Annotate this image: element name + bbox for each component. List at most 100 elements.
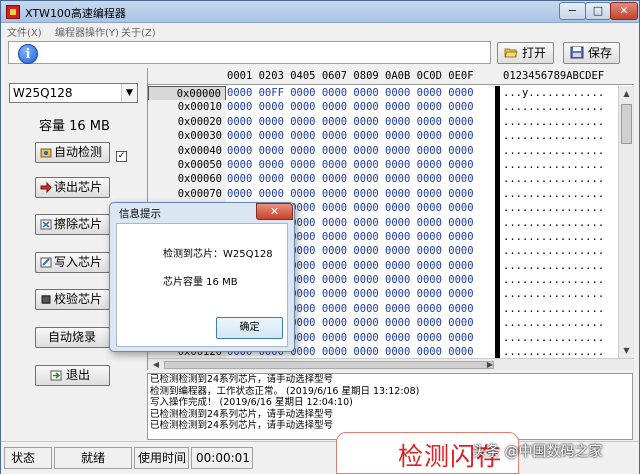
row-ascii[interactable]: ................ — [503, 331, 604, 345]
open-button[interactable]: 打开 — [497, 42, 554, 64]
row-ascii[interactable]: ................ — [503, 115, 604, 129]
vertical-scrollbar[interactable]: ▲ ▼ — [618, 86, 634, 358]
row-hex-bytes[interactable]: 0000 00FF 0000 0000 0000 0000 0000 0000 — [227, 86, 474, 100]
hex-row[interactable]: 0x00000 0000 00FF 0000 0000 0000 0000 000… — [148, 86, 618, 103]
scroll-right-icon[interactable]: ▶ — [484, 359, 496, 371]
app-logo-icon — [6, 5, 20, 19]
hex-ascii-divider — [495, 86, 500, 358]
row-address: 0x00010 — [148, 100, 226, 115]
row-hex-bytes[interactable]: 0000 0000 0000 0000 0000 0000 0000 0000 — [227, 100, 474, 114]
row-ascii[interactable]: ...y............ — [503, 86, 604, 100]
verify-chip-label: 校验芯片 — [54, 292, 103, 306]
read-chip-button[interactable]: 读出芯片 — [35, 177, 110, 198]
row-hex-bytes[interactable]: 0000 0000 0000 0000 0000 0000 0000 0000 — [227, 129, 474, 143]
minimize-button[interactable]: − — [559, 2, 586, 20]
exit-icon — [50, 370, 62, 381]
dialog-title: 信息提示 — [119, 208, 161, 220]
read-chip-label: 读出芯片 — [54, 180, 103, 194]
menu-file[interactable]: 文件(X) — [7, 24, 42, 39]
window-title: XTW100高速编程器 — [25, 7, 126, 20]
hex-column-header: 0001 0203 0405 0607 0809 0A0B 0C0D 0E0F — [227, 70, 474, 82]
row-address: 0x00060 — [148, 172, 226, 187]
watermark: 头条 @中国数码之家 — [472, 444, 603, 460]
exit-label: 退出 — [66, 368, 91, 382]
vertical-scroll-thumb[interactable] — [621, 104, 632, 144]
row-ascii[interactable]: ................ — [503, 187, 604, 201]
erase-chip-button[interactable]: 擦除芯片 — [35, 214, 110, 235]
write-chip-button[interactable]: 写入芯片 — [35, 252, 110, 273]
row-hex-bytes[interactable]: 0000 0000 0000 0000 0000 0000 0000 0000 — [227, 158, 474, 172]
hex-header: 0001 0203 0405 0607 0809 0A0B 0C0D 0E0F … — [148, 68, 634, 85]
ascii-column-header: 0123456789ABCDEF — [503, 70, 605, 82]
auto-burn-button[interactable]: 自动烧录 — [35, 327, 110, 348]
auto-detect-button[interactable]: 自动检测 — [35, 142, 110, 163]
erase-icon — [40, 219, 52, 230]
log-line: 已检测检测到24系列芯片，请手动选择型号 — [150, 408, 334, 420]
dialog-ok-button[interactable]: 确定 — [216, 317, 283, 339]
elapsed-time-label: 使用时间 — [134, 447, 189, 469]
verify-chip-button[interactable]: 校验芯片 — [35, 289, 110, 310]
row-address: 0x00070 — [148, 186, 226, 202]
row-hex-bytes[interactable]: 0000 0000 0000 0000 0000 0000 0000 0000 — [227, 144, 474, 158]
folder-open-icon — [504, 48, 518, 58]
save-icon — [570, 46, 584, 59]
scroll-up-icon[interactable]: ▲ — [619, 86, 634, 101]
row-ascii[interactable]: ................ — [503, 158, 604, 172]
hex-row[interactable]: 0x00050 0000 0000 0000 0000 0000 0000 000… — [148, 157, 618, 173]
row-hex-bytes[interactable]: 0000 0000 0000 0000 0000 0000 0000 0000 — [227, 115, 474, 129]
capacity-label: 容量 16 MB — [39, 119, 110, 134]
row-ascii[interactable]: ................ — [503, 129, 604, 143]
log-line: 检测到编程器，工作状态正常。 (2019/6/16 星期日 13:12:08) — [150, 385, 420, 397]
maximize-button[interactable]: □ — [585, 2, 611, 20]
chevron-down-icon[interactable]: ▼ — [121, 84, 137, 102]
file-path-input[interactable] — [8, 41, 491, 64]
row-ascii[interactable]: ................ — [503, 100, 604, 114]
row-ascii[interactable]: ................ — [503, 316, 604, 330]
save-button[interactable]: 保存 — [563, 42, 620, 64]
row-ascii[interactable]: ................ — [503, 287, 604, 301]
row-hex-bytes[interactable]: 0000 0000 0000 0000 0000 0000 0000 0000 — [227, 187, 474, 201]
menu-programmer[interactable]: 编程器操作(Y) — [55, 24, 119, 39]
hex-row[interactable]: 0x00020 0000 0000 0000 0000 0000 0000 000… — [148, 114, 618, 130]
row-ascii[interactable]: ................ — [503, 230, 604, 244]
horizontal-scroll-thumb[interactable] — [164, 361, 494, 369]
scroll-left-icon[interactable]: ◀ — [150, 359, 162, 371]
horizontal-scrollbar[interactable]: ◀ ▶ — [148, 358, 634, 370]
row-address: 0x00020 — [148, 114, 226, 130]
read-arrow-icon — [40, 182, 52, 193]
open-label: 打开 — [522, 46, 547, 60]
elapsed-time-value: 00:00:01 — [191, 447, 253, 469]
row-ascii[interactable]: ................ — [503, 244, 604, 258]
row-address: 0x00040 — [148, 143, 226, 158]
row-ascii[interactable]: ................ — [503, 273, 604, 287]
dialog-close-button[interactable]: ✕ — [256, 203, 293, 220]
write-chip-label: 写入芯片 — [54, 255, 103, 269]
auto-burn-label: 自动烧录 — [48, 330, 97, 344]
log-line: 已检测检测到24系列芯片，请手动选择型号 — [150, 374, 334, 385]
hex-row[interactable]: 0x00040 0000 0000 0000 0000 0000 0000 000… — [148, 143, 618, 158]
row-ascii[interactable]: ................ — [503, 302, 604, 316]
exit-button[interactable]: 退出 — [35, 365, 110, 386]
title-bar[interactable]: XTW100高速编程器 − □ ✕ — [1, 1, 639, 23]
dialog-message-capacity: 芯片容量 16 MB — [163, 277, 238, 288]
scroll-down-icon[interactable]: ▼ — [619, 343, 634, 358]
row-address: 0x00050 — [148, 157, 226, 173]
hex-row[interactable]: 0x00010 0000 0000 0000 0000 0000 0000 000… — [148, 100, 618, 115]
row-ascii[interactable]: ................ — [503, 144, 604, 158]
detect-icon — [40, 148, 52, 158]
row-ascii[interactable]: ................ — [503, 201, 604, 215]
save-label: 保存 — [588, 46, 613, 60]
row-ascii[interactable]: ................ — [503, 172, 604, 186]
close-button[interactable]: ✕ — [610, 2, 638, 20]
row-ascii[interactable]: ................ — [503, 216, 604, 230]
auto-detect-checkbox[interactable]: ✓ — [116, 151, 127, 162]
hex-row[interactable]: 0x00060 0000 0000 0000 0000 0000 0000 000… — [148, 172, 618, 187]
hex-row[interactable]: 0x00070 0000 0000 0000 0000 0000 0000 000… — [148, 186, 618, 202]
menu-about[interactable]: 关于(Z) — [121, 24, 156, 39]
log-panel[interactable]: 已检测检测到24系列芯片，请手动选择型号 检测到编程器，工作状态正常。 (2019… — [147, 373, 633, 440]
chip-model-select[interactable]: W25Q128 ▼ — [9, 83, 138, 103]
row-hex-bytes[interactable]: 0000 0000 0000 0000 0000 0000 0000 0000 — [227, 172, 474, 186]
status-value: 就绪 — [54, 447, 132, 469]
row-ascii[interactable]: ................ — [503, 259, 604, 273]
hex-row[interactable]: 0x00030 0000 0000 0000 0000 0000 0000 000… — [148, 129, 618, 144]
